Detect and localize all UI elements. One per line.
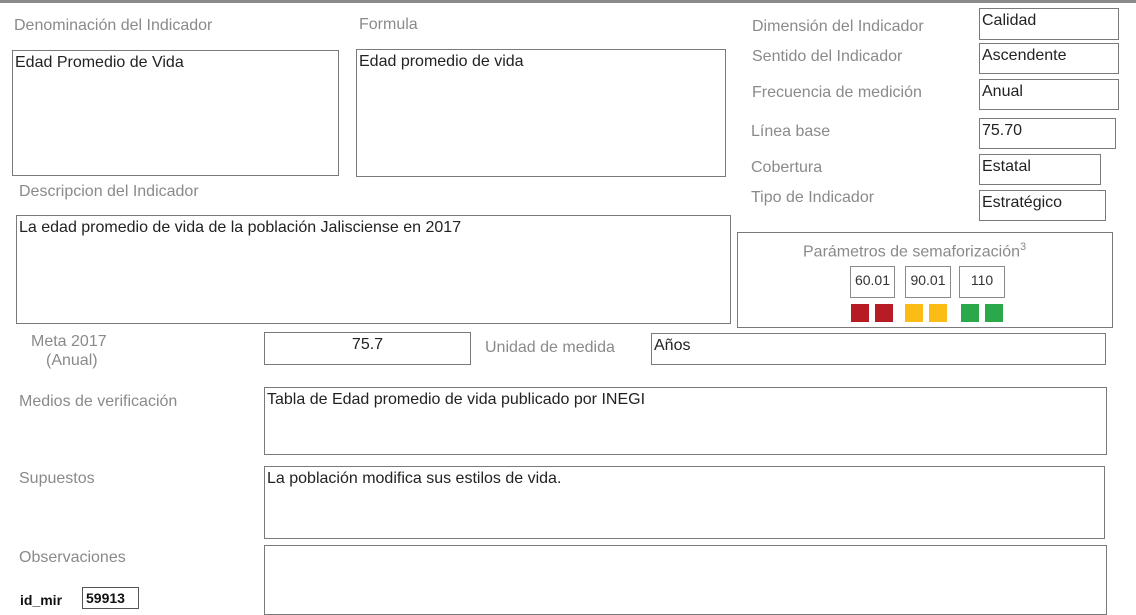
- linea-base-label: Línea base: [751, 123, 831, 140]
- supuestos-label: Supuestos: [19, 470, 95, 487]
- yellow-swatch: [929, 304, 947, 322]
- semaforo-title: Parámetros de semaforización3: [803, 241, 1027, 261]
- id-mir-label: id_mir: [20, 592, 63, 608]
- formula-label: Formula: [359, 16, 418, 33]
- sentido-field[interactable]: Ascendente: [979, 43, 1119, 74]
- supuestos-field[interactable]: La población modifica sus estilos de vid…: [264, 466, 1105, 539]
- red-swatch: [851, 304, 869, 322]
- descripcion-label: Descripcion del Indicador: [19, 183, 199, 200]
- threshold-yellow: 90.01: [905, 266, 951, 298]
- green-swatch: [961, 304, 979, 322]
- frecuencia-label: Frecuencia de medición: [752, 84, 922, 101]
- yellow-swatch: [905, 304, 923, 322]
- formula-field[interactable]: Edad promedio de vida: [356, 49, 726, 177]
- meta-field[interactable]: 75.7: [264, 332, 471, 365]
- dimension-field[interactable]: Calidad: [979, 8, 1119, 40]
- id-mir-field: 59913: [82, 587, 139, 609]
- unidad-field[interactable]: Años: [651, 333, 1106, 365]
- medios-label: Medios de verificación: [19, 393, 178, 410]
- unidad-label: Unidad de medida: [485, 339, 615, 356]
- frecuencia-field[interactable]: Anual: [979, 79, 1119, 110]
- denominacion-label: Denominación del Indicador: [14, 17, 213, 34]
- meta-label: Meta 2017: [31, 333, 107, 350]
- dimension-label: Dimensión del Indicador: [752, 18, 924, 35]
- medios-field[interactable]: Tabla de Edad promedio de vida publicado…: [264, 387, 1107, 455]
- meta-period-label: (Anual): [46, 352, 98, 369]
- threshold-green: 110: [959, 266, 1005, 298]
- footnote-marker: 3: [1019, 241, 1027, 253]
- descripcion-field[interactable]: La edad promedio de vida de la población…: [16, 215, 731, 324]
- denominacion-field[interactable]: Edad Promedio de Vida: [12, 50, 339, 176]
- tipo-label: Tipo de Indicador: [751, 189, 875, 206]
- cobertura-label: Cobertura: [751, 159, 823, 176]
- red-swatch: [875, 304, 893, 322]
- observaciones-label: Observaciones: [19, 549, 126, 566]
- green-swatch: [985, 304, 1003, 322]
- sentido-label: Sentido del Indicador: [752, 48, 903, 65]
- cobertura-field[interactable]: Estatal: [979, 154, 1101, 185]
- observaciones-field[interactable]: [264, 545, 1107, 615]
- linea-base-field[interactable]: 75.70: [979, 118, 1116, 149]
- top-border: [0, 0, 1136, 3]
- threshold-red: 60.01: [850, 266, 895, 298]
- tipo-field[interactable]: Estratégico: [979, 190, 1106, 221]
